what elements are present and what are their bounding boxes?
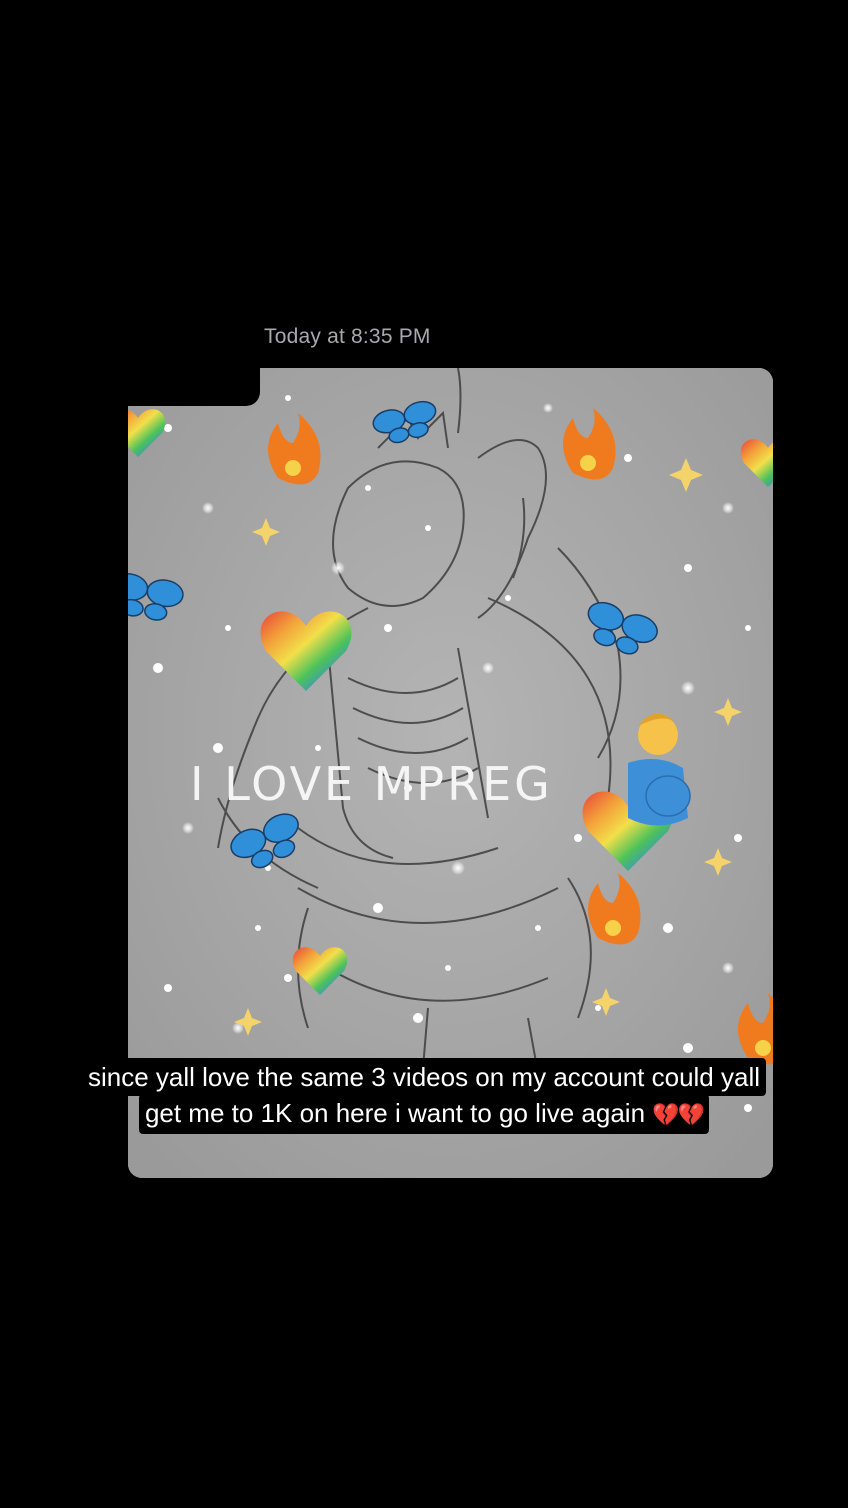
broken-heart-icon: 💔💔: [652, 1102, 705, 1127]
bubble-corner: [128, 368, 260, 406]
caption-line-2: get me to 1K on here i want to go live a…: [138, 1094, 710, 1134]
caption-line-2-text: get me to 1K on here i want to go live a…: [144, 1098, 646, 1128]
overlay-text: I LOVE MPREG: [190, 757, 553, 811]
message-timestamp: Today at 8:35 PM: [264, 325, 431, 348]
media-attachment[interactable]: I LOVE MPREG: [128, 368, 773, 1178]
video-caption: since yall love the same 3 videos on my …: [0, 1058, 848, 1134]
caption-line-1: since yall love the same 3 videos on my …: [81, 1058, 766, 1096]
screen: Today at 8:35 PM I LOVE MPREG since yall…: [0, 0, 848, 1508]
image-artwork: I LOVE MPREG: [128, 368, 773, 1178]
